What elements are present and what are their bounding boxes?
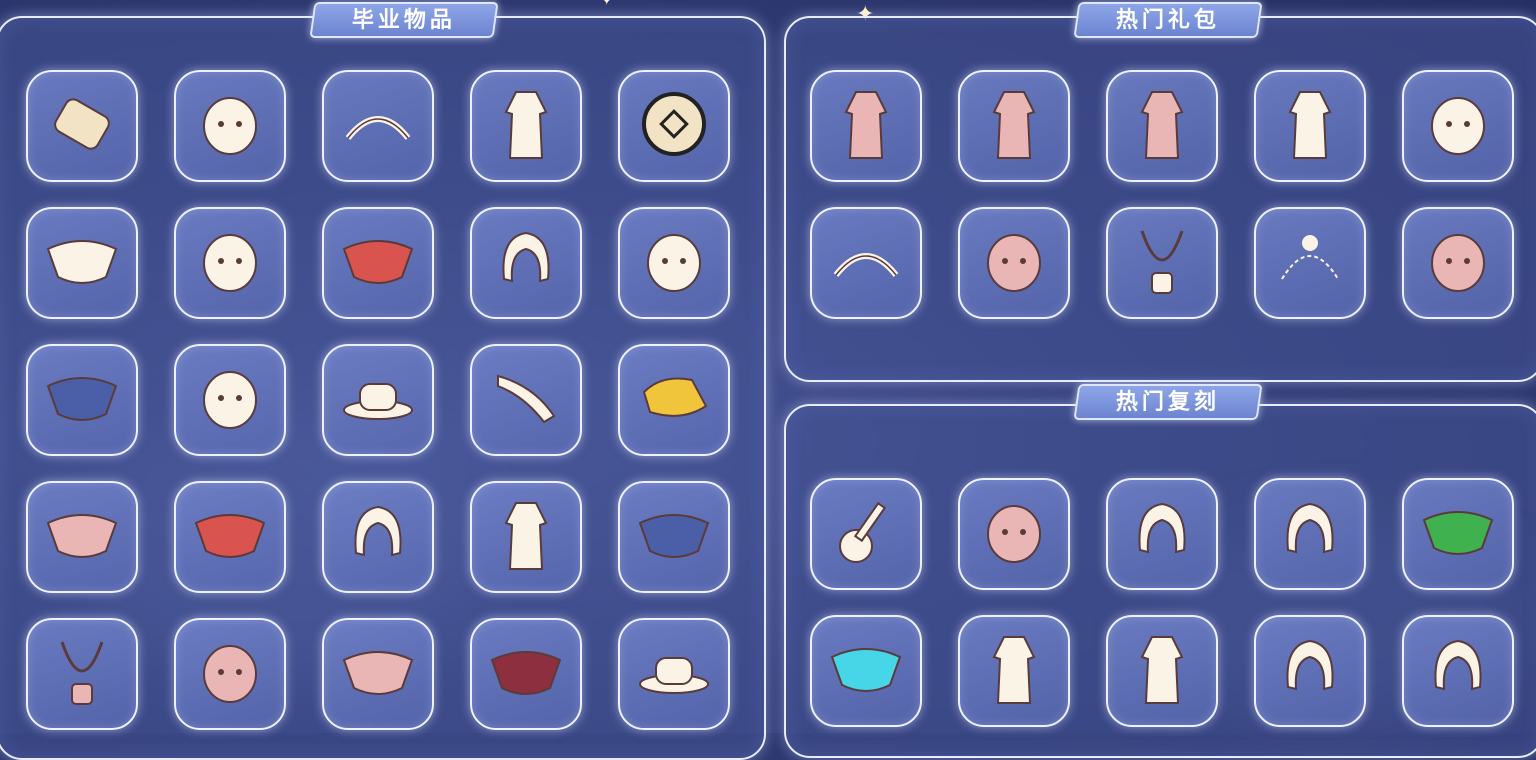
item-slot[interactable]	[174, 618, 286, 730]
ponytail-hair-icon	[1268, 490, 1352, 578]
item-slot[interactable]	[26, 618, 138, 730]
round-mask-icon	[188, 356, 272, 444]
item-slot[interactable]	[26, 70, 138, 182]
curly-hair-icon	[1268, 627, 1352, 715]
hot-packs-title: 热门礼包	[1073, 2, 1263, 38]
item-slot[interactable]	[470, 618, 582, 730]
item-slot[interactable]	[322, 618, 434, 730]
cat-outline-icon	[1268, 219, 1352, 307]
item-slot[interactable]	[322, 344, 434, 456]
blush-mask-icon	[972, 490, 1056, 578]
scroll-icon	[40, 82, 124, 170]
winged-headband-icon	[336, 82, 420, 170]
bow-necklace-icon	[1120, 219, 1204, 307]
white-cape-icon	[40, 219, 124, 307]
item-slot[interactable]	[174, 481, 286, 593]
item-slot[interactable]	[810, 207, 922, 319]
item-slot[interactable]	[618, 70, 730, 182]
shell-cape-icon	[336, 630, 420, 718]
red-cape-icon	[336, 219, 420, 307]
item-slot[interactable]	[174, 70, 286, 182]
item-slot[interactable]	[810, 478, 922, 590]
item-slot[interactable]	[1402, 478, 1514, 590]
hot-packs-panel	[784, 16, 1536, 382]
item-slot[interactable]	[470, 344, 582, 456]
outfit-with-sword-icon	[972, 627, 1056, 715]
item-slot[interactable]	[618, 481, 730, 593]
item-slot[interactable]	[1254, 70, 1366, 182]
moon-star-headband-icon	[824, 219, 908, 307]
item-slot[interactable]	[322, 481, 434, 593]
yellow-fur-icon	[632, 356, 716, 444]
item-slot[interactable]	[1106, 478, 1218, 590]
graduation-items-panel	[0, 16, 766, 760]
item-slot[interactable]	[1254, 478, 1366, 590]
item-slot[interactable]	[470, 70, 582, 182]
item-slot[interactable]	[26, 344, 138, 456]
item-slot[interactable]	[1254, 207, 1366, 319]
item-slot[interactable]	[1106, 207, 1218, 319]
item-slot[interactable]	[26, 207, 138, 319]
item-slot[interactable]	[618, 344, 730, 456]
green-leaf-cape-icon	[1416, 490, 1500, 578]
item-slot[interactable]	[618, 207, 730, 319]
orbit-mask-icon	[188, 630, 272, 718]
blue-butterfly-cape-icon	[632, 493, 716, 581]
blue-cape-icon	[40, 356, 124, 444]
cyan-wave-cape-icon	[824, 627, 908, 715]
cat-ear-hair-icon	[484, 219, 568, 307]
item-slot[interactable]	[958, 70, 1070, 182]
item-slot[interactable]	[1106, 615, 1218, 727]
item-slot[interactable]	[810, 70, 922, 182]
ornate-mask-icon	[188, 219, 272, 307]
item-slot[interactable]	[618, 618, 730, 730]
item-slot[interactable]	[470, 207, 582, 319]
round-face-mask-icon	[972, 219, 1056, 307]
item-slot[interactable]	[1402, 615, 1514, 727]
hot-reruns-title: 热门复刻	[1073, 384, 1263, 420]
item-slot[interactable]	[174, 344, 286, 456]
item-slot[interactable]	[470, 481, 582, 593]
item-slot[interactable]	[1402, 70, 1514, 182]
pink-gown-icon	[1120, 82, 1204, 170]
item-slot[interactable]	[958, 615, 1070, 727]
horned-mask-icon	[632, 219, 716, 307]
horn-instrument-icon	[484, 356, 568, 444]
helmet-mask-icon	[188, 82, 272, 170]
pink-pants-outfit-icon	[972, 82, 1056, 170]
short-hair-icon	[1416, 627, 1500, 715]
item-slot[interactable]	[1254, 615, 1366, 727]
outfit-icon	[484, 82, 568, 170]
item-slot[interactable]	[322, 70, 434, 182]
crimson-cape-icon	[484, 630, 568, 718]
scarf-necklace-icon	[40, 630, 124, 718]
item-slot[interactable]	[174, 207, 286, 319]
item-slot[interactable]	[1106, 70, 1218, 182]
pink-bow-cape-icon	[40, 493, 124, 581]
sparkle-icon: ✦	[600, 0, 613, 9]
white-dress-icon	[1268, 82, 1352, 170]
bear-mask-icon	[1416, 219, 1500, 307]
white-hat-icon	[336, 356, 420, 444]
white-creature-icon	[1416, 82, 1500, 170]
cowboy-hat-icon	[632, 630, 716, 718]
item-slot[interactable]	[958, 207, 1070, 319]
dark-layered-cape-icon	[188, 493, 272, 581]
hot-reruns-panel	[784, 404, 1536, 758]
white-hair-icon	[336, 493, 420, 581]
item-slot[interactable]	[958, 478, 1070, 590]
pink-robe-icon	[824, 82, 908, 170]
medallion-icon	[632, 82, 716, 170]
item-slot[interactable]	[1402, 207, 1514, 319]
item-slot[interactable]	[26, 481, 138, 593]
item-slot[interactable]	[322, 207, 434, 319]
wrapped-outfit-icon	[484, 493, 568, 581]
white-pants-icon	[1120, 627, 1204, 715]
item-slot[interactable]	[810, 615, 922, 727]
twin-tail-hair-icon	[1120, 490, 1204, 578]
guitar-icon	[824, 490, 908, 578]
graduation-items-title: 毕业物品	[309, 2, 499, 38]
